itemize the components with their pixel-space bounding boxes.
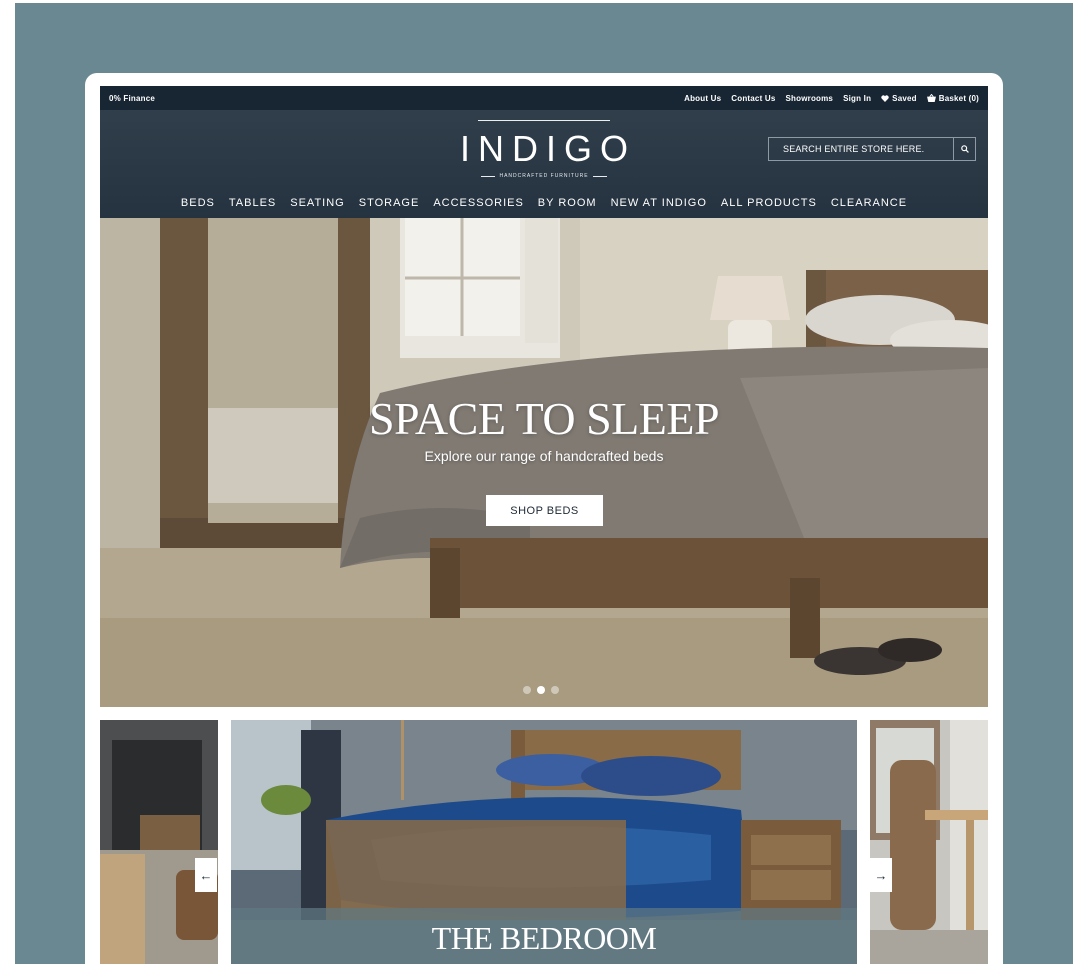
- site-header: INDIGO HANDCRAFTED FURNITURE BEDS TABLES…: [100, 110, 988, 218]
- nav-item-tables[interactable]: TABLES: [222, 194, 283, 212]
- nav-item-seating[interactable]: SEATING: [283, 194, 351, 212]
- saved-label: Saved: [892, 93, 917, 103]
- nav-item-all-products[interactable]: ALL PRODUCTS: [714, 194, 824, 212]
- website: 0% Finance About Us Contact Us Showrooms…: [100, 86, 988, 964]
- basket-link[interactable]: Basket (0): [926, 93, 979, 103]
- room-carousel: THE BEDROOM ← →: [100, 720, 988, 964]
- hero-dot-3[interactable]: [551, 686, 559, 694]
- shop-beds-button[interactable]: SHOP BEDS: [486, 495, 603, 526]
- search-button[interactable]: [953, 138, 975, 160]
- search-icon: [960, 145, 969, 153]
- carousel-prev-button[interactable]: ←: [195, 858, 217, 892]
- logo-text: INDIGO: [459, 128, 636, 169]
- tagline-text: HANDCRAFTED FURNITURE: [499, 173, 589, 179]
- utility-links: About Us Contact Us Showrooms Sign In Sa…: [684, 94, 979, 103]
- logo-rule: [478, 120, 610, 121]
- hero-dot-2[interactable]: [537, 686, 545, 694]
- saved-link[interactable]: Saved: [881, 94, 917, 103]
- hero-banner: SPACE TO SLEEP Explore our range of hand…: [100, 218, 988, 707]
- carousel-next-button[interactable]: →: [870, 858, 892, 892]
- hero-text: SPACE TO SLEEP Explore our range of hand…: [100, 393, 988, 465]
- carousel-slide-prev[interactable]: [100, 720, 218, 964]
- sign-in-link[interactable]: Sign In: [843, 94, 871, 103]
- nav-item-new-at-indigo[interactable]: NEW AT INDIGO: [604, 194, 714, 212]
- hero-title: SPACE TO SLEEP: [368, 393, 720, 444]
- nav-item-accessories[interactable]: ACCESSORIES: [426, 194, 530, 212]
- hero-subtitle: Explore our range of handcrafted beds: [424, 448, 664, 464]
- finance-link[interactable]: 0% Finance: [109, 94, 155, 103]
- dining-room-image: [870, 720, 988, 964]
- tagline-dash-right: [592, 175, 607, 177]
- main-nav: BEDS TABLES SEATING STORAGE ACCESSORIES …: [100, 194, 988, 212]
- logo-tagline: HANDCRAFTED FURNITURE: [444, 173, 644, 179]
- search-bar: [768, 137, 976, 161]
- logo[interactable]: INDIGO HANDCRAFTED FURNITURE: [444, 120, 644, 179]
- utility-bar: 0% Finance About Us Contact Us Showrooms…: [100, 86, 988, 110]
- nav-item-clearance[interactable]: CLEARANCE: [824, 194, 914, 212]
- search-input[interactable]: [769, 138, 953, 160]
- heart-icon: [881, 94, 889, 102]
- basket-label: Basket (0): [938, 93, 979, 103]
- nav-item-beds[interactable]: BEDS: [174, 194, 222, 212]
- tagline-dash-left: [481, 175, 496, 177]
- hero-pagination: [523, 686, 559, 694]
- hero-dot-1[interactable]: [523, 686, 531, 694]
- carousel-slide-next[interactable]: [870, 720, 988, 964]
- nav-item-storage[interactable]: STORAGE: [352, 194, 427, 212]
- about-us-link[interactable]: About Us: [684, 94, 721, 103]
- living-room-image: [100, 720, 218, 964]
- nav-item-by-room[interactable]: BY ROOM: [531, 194, 604, 212]
- contact-us-link[interactable]: Contact Us: [731, 94, 775, 103]
- basket-icon: [926, 94, 936, 102]
- showrooms-link[interactable]: Showrooms: [786, 94, 834, 103]
- carousel-slide-bedroom[interactable]: THE BEDROOM: [231, 720, 857, 964]
- bedroom-caption: THE BEDROOM: [231, 908, 857, 964]
